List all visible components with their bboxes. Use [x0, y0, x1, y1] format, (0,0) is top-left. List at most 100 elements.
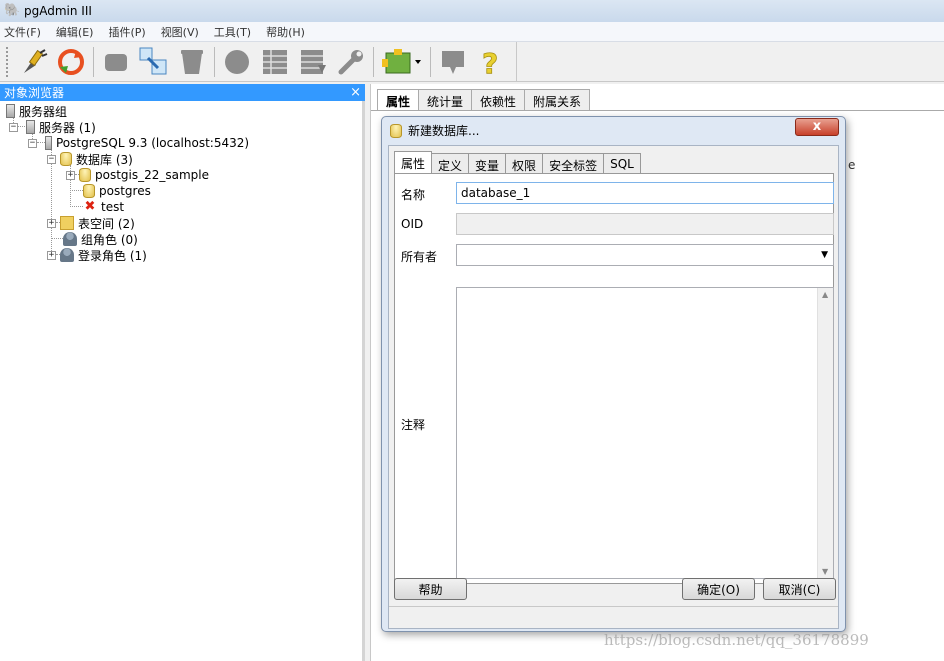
ok-button[interactable]: 确定(O) [682, 578, 755, 600]
maintenance-icon[interactable] [334, 45, 368, 79]
tree-node-db-postgis[interactable]: + postgis_22_sample [66, 167, 209, 183]
tree-node-label: PostgreSQL 9.3 (localhost:5432) [56, 136, 250, 150]
tab-privileges[interactable]: 权限 [505, 153, 544, 173]
tree-node-label: 服务器组 [19, 104, 68, 119]
dialog-close-button[interactable]: x [795, 118, 839, 136]
toolbar-empty-area [517, 42, 944, 82]
tree-node-postgres-server[interactable]: − PostgreSQL 9.3 (localhost:5432) [28, 135, 249, 151]
object-browser-tree: 服务器组 − 服务器 (1) − PostgreSQL 9.3 (localho… [0, 101, 365, 661]
oid-field [456, 213, 834, 235]
expand-toggle[interactable]: + [47, 218, 56, 228]
comment-label: 注释 [401, 418, 426, 432]
toolbar-grip[interactable] [6, 46, 10, 77]
tree-node-servers[interactable]: − 服务器 (1) [9, 119, 96, 135]
tree-node-databases[interactable]: − 数据库 (3) [47, 151, 133, 167]
chevron-down-icon[interactable]: ▼ [821, 250, 828, 260]
dialog-title: 新建数据库... [408, 124, 480, 138]
object-browser-close-button[interactable]: × [350, 85, 361, 100]
oid-label: OID [401, 217, 424, 231]
properties-icon[interactable] [99, 45, 133, 79]
filtered-data-icon[interactable] [296, 45, 330, 79]
tab-properties[interactable]: 属性 [377, 89, 420, 110]
help-button[interactable]: 帮助 [394, 578, 467, 600]
toolbar-separator [214, 46, 215, 77]
main-toolbar: ? [0, 42, 517, 82]
scroll-down-icon[interactable]: ▼ [822, 567, 828, 576]
menu-tools[interactable]: 工具(T) [214, 24, 251, 40]
tab-sql[interactable]: SQL [603, 153, 641, 173]
tree-node-label: 组角色 (0) [81, 232, 138, 247]
tree-node-db-postgres[interactable]: postgres [83, 183, 151, 199]
databases-icon [60, 152, 72, 166]
tree-node-group-roles[interactable]: 组角色 (0) [63, 231, 138, 247]
servers-icon [26, 120, 35, 134]
menu-edit[interactable]: 编辑(E) [56, 24, 94, 40]
collapse-toggle[interactable]: − [9, 122, 18, 132]
collapse-toggle[interactable]: − [28, 138, 37, 148]
menu-view[interactable]: 视图(V) [161, 24, 199, 40]
name-label: 名称 [401, 188, 426, 202]
tree-node-label: 数据库 (3) [76, 152, 133, 167]
help-icon[interactable]: ? [474, 45, 508, 79]
tree-node-label: postgis_22_sample [95, 168, 210, 182]
expand-toggle[interactable]: + [66, 170, 75, 180]
tab-security-labels[interactable]: 安全标签 [542, 153, 605, 173]
connect-icon[interactable] [16, 45, 50, 79]
expand-toggle[interactable]: + [47, 250, 56, 260]
dialog-titlebar: 新建数据库... [382, 117, 845, 144]
dialog-statusbar [389, 606, 838, 628]
database-icon [83, 184, 95, 198]
menu-plugins[interactable]: 插件(P) [108, 24, 145, 40]
owner-select[interactable]: ▼ [456, 244, 834, 266]
tree-connector [70, 190, 83, 191]
obscured-text-fragment: e [848, 158, 856, 172]
properties-tabs: 属性 统计量 依赖性 附属关系 [377, 89, 591, 110]
tab-statistics[interactable]: 统计量 [418, 89, 473, 110]
tree-node-label: 登录角色 (1) [78, 248, 147, 263]
svg-text:?: ? [482, 47, 498, 77]
tree-node-server-group[interactable]: 服务器组 [6, 103, 67, 119]
server-group-icon [6, 104, 15, 118]
tab-variables[interactable]: 变量 [468, 153, 507, 173]
tab-divider [371, 110, 944, 111]
login-roles-icon [60, 248, 74, 262]
tree-connector [70, 206, 83, 207]
toolbar-separator [93, 46, 94, 77]
window-titlebar: 🐘 pgAdmin III [0, 0, 944, 22]
toolbar-separator [430, 46, 431, 77]
comment-textarea[interactable]: ▲ ▼ [456, 287, 834, 579]
tree-node-tablespaces[interactable]: + 表空间 (2) [47, 215, 135, 231]
plugins-icon[interactable] [379, 45, 425, 79]
tab-properties[interactable]: 属性 [394, 151, 433, 173]
owner-label: 所有者 [401, 250, 438, 264]
dialog-tabs: 属性 定义 变量 权限 安全标签 SQL [394, 151, 641, 173]
menu-help[interactable]: 帮助(H) [266, 24, 305, 40]
pgadmin-elephant-icon: 🐘 [4, 3, 21, 18]
new-database-dialog: 新建数据库... x 属性 定义 变量 权限 安全标签 SQL 名称 OID 所… [381, 116, 846, 632]
hint-icon[interactable] [436, 45, 470, 79]
tree-node-db-test[interactable]: ✖ test [83, 199, 125, 215]
tree-node-label: 表空间 (2) [78, 216, 135, 231]
tab-dependencies[interactable]: 依赖性 [471, 89, 526, 110]
refresh-icon[interactable] [54, 45, 88, 79]
comment-scrollbar[interactable]: ▲ ▼ [817, 288, 833, 578]
tree-node-label: 服务器 (1) [39, 120, 96, 135]
view-data-icon[interactable] [258, 45, 292, 79]
collapse-toggle[interactable]: − [47, 154, 56, 164]
cancel-button[interactable]: 取消(C) [763, 578, 836, 600]
tab-dependents[interactable]: 附属关系 [524, 89, 591, 110]
delete-icon[interactable] [175, 45, 209, 79]
sql-icon[interactable] [220, 45, 254, 79]
tree-node-label: test [101, 200, 125, 214]
menu-file[interactable]: 文件(F) [4, 24, 41, 40]
server-icon [45, 136, 52, 150]
tab-definition[interactable]: 定义 [431, 153, 470, 173]
group-roles-icon [63, 232, 77, 246]
tree-node-login-roles[interactable]: + 登录角色 (1) [47, 247, 147, 263]
create-icon[interactable] [137, 45, 171, 79]
tablespaces-icon [60, 216, 74, 230]
object-browser-header: 对象浏览器 × [0, 84, 365, 101]
name-field[interactable] [456, 182, 834, 204]
database-icon [79, 168, 91, 182]
scroll-up-icon[interactable]: ▲ [822, 290, 828, 299]
